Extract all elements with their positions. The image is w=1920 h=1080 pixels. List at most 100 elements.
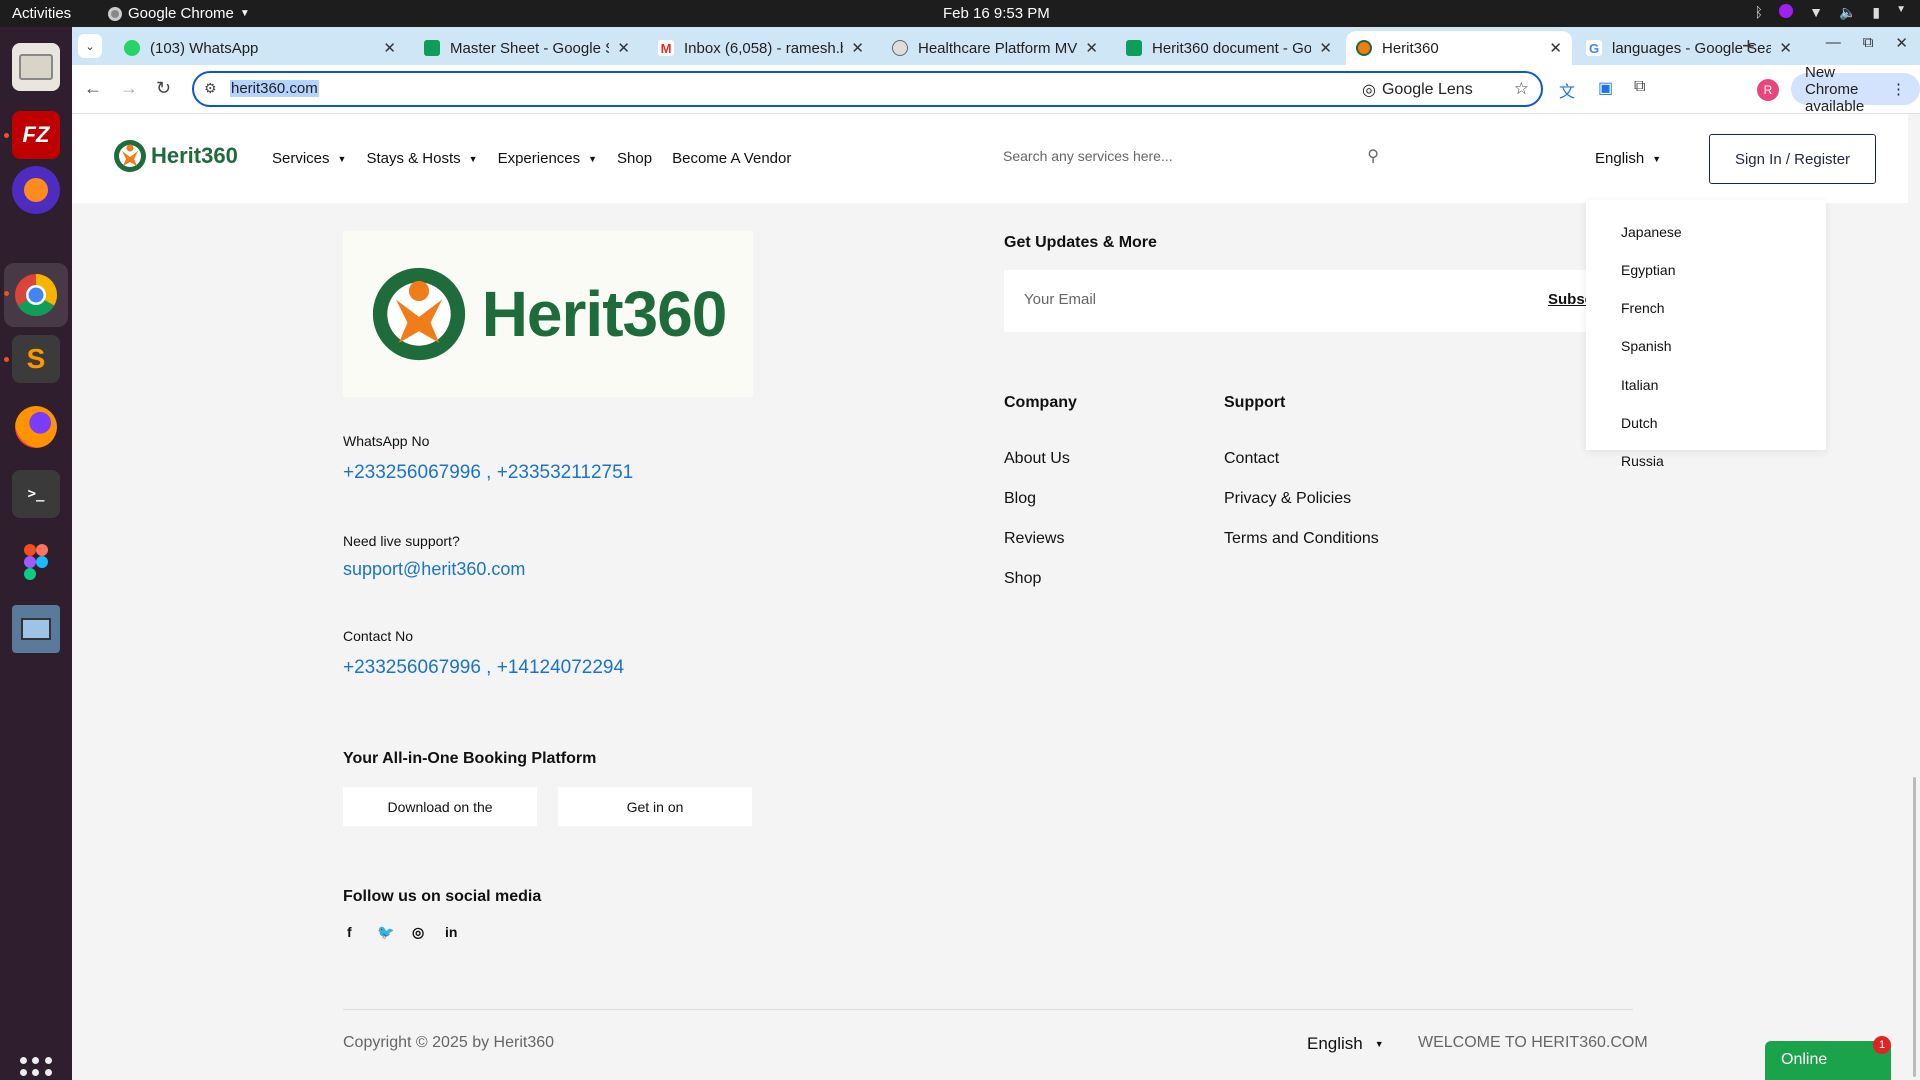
close-icon[interactable]: ✕ <box>383 39 396 57</box>
google-lens-button[interactable]: ◎ Google Lens <box>1362 80 1473 100</box>
profile-avatar[interactable]: R <box>1757 79 1779 101</box>
close-icon[interactable]: ✕ <box>851 39 864 57</box>
close-icon[interactable]: ✕ <box>1779 39 1792 57</box>
firefox-developer-icon[interactable] <box>12 166 60 214</box>
close-icon[interactable]: ✕ <box>1085 39 1098 57</box>
nav-become-vendor[interactable]: Become A Vendor <box>672 150 791 167</box>
scrollbar-thumb[interactable] <box>1913 777 1916 1077</box>
language-option[interactable]: Dutch <box>1621 415 1658 431</box>
show-apps-icon[interactable] <box>20 1057 52 1080</box>
follow-us-title: Follow us on social media <box>343 888 542 905</box>
tab-whatsapp[interactable]: (103) WhatsApp ✕ <box>114 31 406 65</box>
new-chrome-available-button[interactable]: New Chrome available ⋮ <box>1791 64 1920 115</box>
clock[interactable]: Feb 16 9:53 PM <box>943 5 1050 22</box>
filezilla-icon[interactable]: FZ <box>12 111 60 159</box>
tab-herit360[interactable]: Herit360 ✕ <box>1346 31 1572 65</box>
app-menu[interactable]: Google Chrome ▼ <box>108 5 250 22</box>
nav-experiences[interactable]: Experiences ▼ <box>498 150 597 167</box>
new-tab-button[interactable]: + <box>1742 33 1755 59</box>
search-input[interactable]: Search any services here... <box>1003 148 1173 164</box>
nav-shop[interactable]: Shop <box>617 150 652 167</box>
footer-language-label: English <box>1307 1034 1363 1053</box>
close-icon[interactable]: ✕ <box>1319 39 1332 57</box>
tab-herit360-document[interactable]: Herit360 document - Go ✕ <box>1116 31 1342 65</box>
link-about-us[interactable]: About Us <box>1004 450 1070 468</box>
figma-icon[interactable] <box>12 538 60 586</box>
close-window-icon[interactable]: ✕ <box>1895 34 1908 52</box>
wifi-icon: ▼ <box>1809 4 1823 20</box>
tab-inbox[interactable]: M Inbox (6,058) - ramesh.b ✕ <box>648 31 874 65</box>
contact-numbers[interactable]: +233256067996 , +14124072294 <box>343 657 624 679</box>
footer-logo: Herit360 <box>343 231 753 397</box>
restore-icon[interactable]: ⧉ <box>1863 34 1874 52</box>
support-email-link[interactable]: support@herit360.com <box>343 559 525 580</box>
instagram-icon[interactable]: ◎ <box>412 924 424 941</box>
link-reviews[interactable]: Reviews <box>1004 530 1064 548</box>
address-bar[interactable]: ⚙ herit360.com ◎ Google Lens ☆ <box>192 71 1543 107</box>
language-option[interactable]: Japanese <box>1621 224 1682 240</box>
tab-languages-search[interactable]: G languages - Google Sea ✕ <box>1576 31 1802 65</box>
bookmark-star-icon[interactable]: ☆ <box>1514 79 1529 99</box>
main-nav: Services ▼ Stays & Hosts ▼ Experiences ▼ Sh… <box>272 150 811 167</box>
whatsapp-label: WhatsApp No <box>343 433 430 449</box>
nav-services[interactable]: Services ▼ <box>272 150 346 167</box>
activities-button[interactable]: Activities <box>12 5 71 22</box>
app-store-button[interactable]: Download on the <box>343 787 537 826</box>
link-contact[interactable]: Contact <box>1224 450 1279 468</box>
google-play-button[interactable]: Get in on <box>558 787 752 826</box>
minimize-icon[interactable]: — <box>1826 34 1841 52</box>
tab-search-button[interactable]: ⌄ <box>78 34 102 58</box>
screencast-icon[interactable]: ▣ <box>1598 78 1613 98</box>
brand-logo[interactable]: Herit360 <box>113 139 238 173</box>
caret-down-icon: ▼ <box>468 153 478 164</box>
tab-healthcare[interactable]: Healthcare Platform MV ✕ <box>882 31 1108 65</box>
terminal-icon[interactable]: >_ <box>12 470 60 518</box>
back-icon[interactable]: ← <box>84 78 102 99</box>
extensions-icon[interactable]: ⧉ <box>1634 78 1645 96</box>
nav-stays-hosts[interactable]: Stays & Hosts ▼ <box>366 150 477 167</box>
twitter-icon[interactable]: 🐦 <box>377 924 394 941</box>
contact-label: Contact No <box>343 628 414 644</box>
language-option[interactable]: Russia <box>1621 453 1664 469</box>
notification-badge: 1 <box>1873 1036 1891 1054</box>
screen-recorder-icon[interactable] <box>12 605 60 653</box>
language-label: English <box>1595 150 1645 167</box>
sign-in-register-button[interactable]: Sign In / Register <box>1709 134 1876 184</box>
link-privacy-policies[interactable]: Privacy & Policies <box>1224 490 1351 508</box>
site-info-icon[interactable]: ⚙ <box>204 80 217 97</box>
facebook-icon[interactable]: f <box>347 924 352 940</box>
url-text[interactable]: herit360.com <box>230 80 319 97</box>
language-selector[interactable]: English ▼ <box>1595 150 1661 167</box>
bluetooth-icon: ᛒ <box>1754 4 1764 20</box>
email-input[interactable]: Your Email <box>1024 291 1096 308</box>
link-terms-conditions[interactable]: Terms and Conditions <box>1224 530 1379 548</box>
language-option[interactable]: Italian <box>1621 377 1658 393</box>
linkedin-icon[interactable]: in <box>445 924 457 940</box>
forward-icon[interactable]: → <box>120 78 138 99</box>
battery-icon: ▮ <box>1872 4 1881 20</box>
link-shop[interactable]: Shop <box>1004 570 1041 588</box>
chrome-icon[interactable] <box>12 271 60 319</box>
sublime-text-icon[interactable]: S <box>12 335 60 383</box>
language-option[interactable]: French <box>1621 300 1665 316</box>
system-tray[interactable]: ᛒ ▼ 🔈 ▮ ▼ <box>1755 4 1906 21</box>
caret-down-icon: ▼ <box>239 8 250 19</box>
close-icon[interactable]: ✕ <box>617 39 630 57</box>
link-blog[interactable]: Blog <box>1004 490 1036 508</box>
language-option[interactable]: Egyptian <box>1621 262 1675 278</box>
footer-language-selector[interactable]: English ▼ <box>1307 1034 1384 1054</box>
close-icon[interactable]: ✕ <box>1549 39 1562 57</box>
firefox-icon[interactable] <box>12 403 60 451</box>
translate-icon[interactable]: 文 <box>1559 78 1575 102</box>
reload-icon[interactable]: ↻ <box>156 78 171 99</box>
online-chat-widget[interactable]: Online <box>1765 1041 1891 1080</box>
language-option[interactable]: Spanish <box>1621 338 1672 354</box>
tab-title: Master Sheet - Google S <box>450 39 610 57</box>
files-icon[interactable] <box>12 43 60 91</box>
search-icon[interactable]: ⚲ <box>1367 146 1379 166</box>
page-scrollbar[interactable] <box>1908 114 1920 1080</box>
booking-platform-title: Your All-in-One Booking Platform <box>343 750 597 767</box>
tab-master-sheet[interactable]: Master Sheet - Google S ✕ <box>414 31 640 65</box>
site-search[interactable]: Search any services here... ⚲ <box>1003 148 1379 172</box>
whatsapp-numbers[interactable]: +233256067996 , +233532112751 <box>343 462 633 484</box>
